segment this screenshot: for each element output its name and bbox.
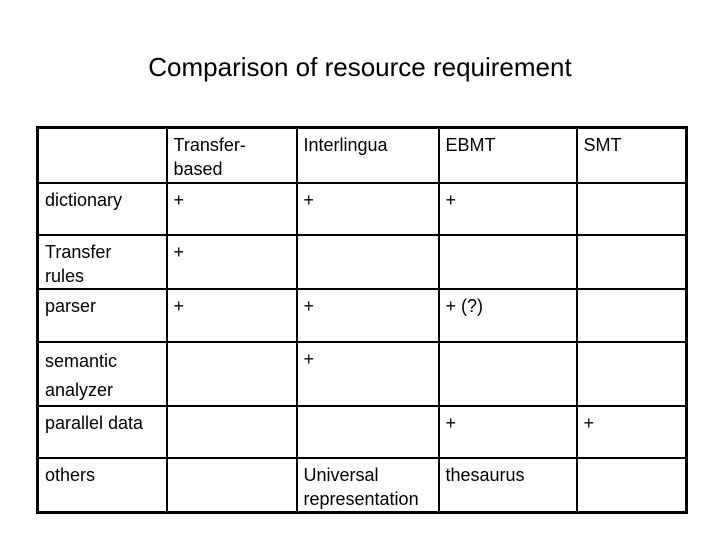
table-cell: + — [437, 181, 578, 236]
table-cell — [575, 287, 688, 343]
table-cell — [437, 340, 578, 407]
table-cell: Universal representation — [295, 456, 440, 513]
table-cell: thesaurus — [437, 456, 578, 513]
row-label: semantic analyzer — [36, 340, 168, 407]
table-cell — [165, 404, 298, 459]
table-row: others Universal representation thesauru… — [36, 456, 688, 513]
table-row: dictionary + + + — [36, 181, 688, 236]
slide-title: Comparison of resource requirement — [148, 52, 572, 82]
table-cell: + — [295, 340, 440, 407]
header-cell-smt: SMT — [575, 126, 688, 184]
row-label: parallel data — [36, 404, 168, 459]
comparison-table: Transfer- based Interlingua EBMT SMT dic… — [36, 126, 688, 514]
table-cell — [437, 233, 578, 290]
table-cell: + — [165, 181, 298, 236]
table-cell — [575, 181, 688, 236]
table-cell — [575, 456, 688, 513]
table-cell: + — [165, 287, 298, 343]
row-label: Transfer rules — [36, 233, 168, 290]
table-row: parser + + + (?) — [36, 287, 688, 343]
table-cell: + — [165, 233, 298, 290]
table-cell — [165, 456, 298, 513]
table-cell — [165, 340, 298, 407]
table-header-row: Transfer- based Interlingua EBMT SMT — [36, 126, 688, 184]
table-cell — [295, 404, 440, 459]
row-label: others — [36, 456, 168, 513]
table-cell — [295, 233, 440, 290]
row-label: parser — [36, 287, 168, 343]
table-cell: + (?) — [437, 287, 578, 343]
table-cell — [575, 233, 688, 290]
table-cell: + — [295, 181, 440, 236]
table-cell — [575, 340, 688, 407]
table-cell: + — [295, 287, 440, 343]
header-cell-ebmt: EBMT — [437, 126, 578, 184]
row-label: dictionary — [36, 181, 168, 236]
header-cell-interlingua: Interlingua — [295, 126, 440, 184]
table-cell: + — [437, 404, 578, 459]
header-cell-empty — [36, 126, 168, 184]
header-cell-transfer-based: Transfer- based — [165, 126, 298, 184]
table-row: Transfer rules + — [36, 233, 688, 290]
table-row: semantic analyzer + — [36, 340, 688, 407]
table-row: parallel data + + — [36, 404, 688, 459]
table-cell: + — [575, 404, 688, 459]
